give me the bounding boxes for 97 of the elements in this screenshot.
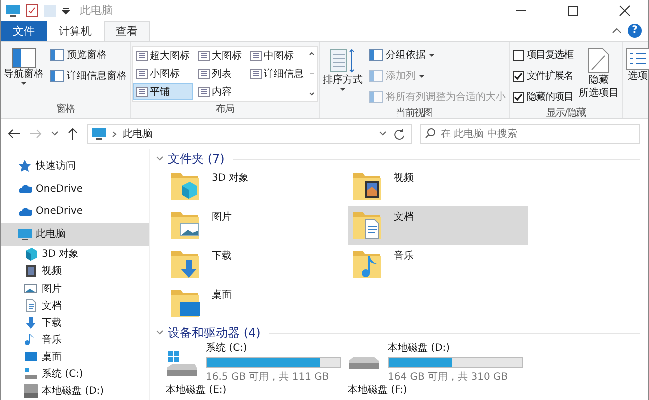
- ribbon-button[interactable]: 隐藏 所选项目: [577, 45, 622, 100]
- view-icon: [136, 68, 148, 78]
- drive-name[interactable]: 系统 (C:): [206, 340, 341, 354]
- folder-tile[interactable]: 文档: [348, 206, 528, 245]
- pane-icon: [50, 70, 64, 82]
- folder-tile[interactable]: 音乐: [348, 245, 528, 284]
- caret-icon[interactable]: [62, 6, 70, 14]
- pane-icon: [369, 49, 383, 61]
- layout-option[interactable]: 大图标: [195, 47, 245, 64]
- layout-option[interactable]: 中图标: [247, 47, 307, 64]
- checklist-icon[interactable]: [26, 4, 38, 17]
- nav-item[interactable]: 桌面: [1, 348, 149, 366]
- ribbon-button[interactable]: 详细信息窗格: [48, 67, 129, 85]
- search-icon: [425, 128, 436, 139]
- picture-icon: [24, 282, 38, 296]
- nav-item[interactable]: 此电脑: [1, 223, 149, 246]
- layout-option[interactable]: 超大图标: [133, 47, 193, 64]
- help-button[interactable]: ?: [628, 24, 642, 38]
- star-icon: [18, 159, 32, 174]
- view-icon: [250, 68, 262, 78]
- drive-space-text: 164 GB 可用，共 310 GB: [388, 370, 510, 384]
- view-icon: [250, 50, 262, 60]
- layout-option[interactable]: 详细信息: [247, 65, 307, 82]
- checkbox-option[interactable]: 项目复选框: [511, 46, 576, 64]
- group-caption: 布局: [214, 103, 236, 117]
- ribbon-button[interactable]: 选项: [624, 45, 649, 83]
- nav-item[interactable]: OneDrive: [1, 200, 149, 224]
- checkbox[interactable]: [513, 92, 524, 102]
- nav-item[interactable]: 视频: [1, 262, 149, 280]
- chevron-right-icon: [112, 130, 117, 138]
- nav-item[interactable]: 音乐: [1, 331, 149, 349]
- view-icon: [136, 50, 148, 60]
- group-caption: 显示/隐藏: [545, 106, 587, 120]
- search-field[interactable]: 在 此电脑 中搜索: [420, 124, 640, 144]
- pane-icon: [369, 70, 383, 82]
- group-caption: 窗格: [55, 102, 76, 117]
- layout-option[interactable]: 平铺: [133, 83, 193, 100]
- address-field[interactable]: 此电脑: [87, 124, 412, 144]
- document-icon: [24, 298, 38, 313]
- view-icon: [198, 86, 210, 96]
- chevron-down-icon[interactable]: [156, 330, 164, 336]
- folder-tile[interactable]: 视频: [348, 167, 528, 206]
- cube-icon: [24, 247, 38, 262]
- section-header[interactable]: 文件夹 (7): [168, 150, 225, 168]
- drive-name[interactable]: 本地磁盘 (E:): [166, 383, 301, 397]
- group-caption: 当前视图: [395, 106, 434, 120]
- nav-item[interactable]: 文档: [1, 297, 149, 314]
- page-icon: [588, 48, 610, 74]
- layout-option[interactable]: 小图标: [133, 65, 193, 82]
- caret-icon[interactable]: [51, 131, 59, 137]
- ribbon-tab[interactable]: 查看: [104, 21, 150, 41]
- nav-item[interactable]: 快速访问: [1, 155, 149, 178]
- down-arrow-icon: [24, 316, 38, 330]
- nav-item[interactable]: 3D 对象: [1, 246, 149, 263]
- sort-icon: [330, 48, 356, 74]
- section-header[interactable]: 设备和驱动器 (4): [168, 324, 261, 342]
- view-icon: [198, 68, 210, 78]
- view-icon: [198, 50, 210, 60]
- drive-name[interactable]: 本地磁盘 (D:): [388, 340, 523, 354]
- computer-icon: [18, 227, 32, 242]
- view-icon: [136, 86, 148, 96]
- ribbon-button[interactable]: 分组依据: [367, 46, 508, 64]
- checkbox[interactable]: [513, 70, 524, 82]
- pane-icon: [369, 91, 383, 103]
- folder-tile[interactable]: 图片: [166, 206, 346, 245]
- layout-option[interactable]: 内容: [195, 83, 245, 100]
- ribbon-button[interactable]: 导航窗格: [2, 45, 46, 85]
- nav-item[interactable]: 系统 (C:): [1, 366, 149, 383]
- pane-icon: [12, 48, 36, 68]
- checkbox[interactable]: [513, 50, 524, 60]
- checkbox-option[interactable]: 文件扩展名: [511, 67, 576, 85]
- folder-tile[interactable]: 桌面: [166, 284, 346, 323]
- drive-space-text: 16.5 GB 可用，共 111 GB: [206, 370, 330, 384]
- nav-item[interactable]: OneDrive: [1, 178, 149, 200]
- nav-item[interactable]: 图片: [1, 280, 149, 298]
- computer-icon: [92, 128, 106, 140]
- file-tab[interactable]: 文件: [1, 21, 47, 41]
- nav-item[interactable]: 本地磁盘 (D:): [1, 382, 149, 400]
- caret-icon: [379, 131, 387, 137]
- checkbox-option[interactable]: 隐藏的项目: [511, 88, 576, 106]
- up-arrow-icon[interactable]: [67, 128, 79, 140]
- chevron-down-icon[interactable]: [156, 156, 164, 162]
- window-title: 此电脑: [80, 3, 113, 18]
- ribbon-button[interactable]: 预览窗格: [48, 46, 129, 64]
- computer-icon[interactable]: [6, 4, 20, 16]
- back-arrow-icon[interactable]: [7, 128, 21, 140]
- layout-option[interactable]: 列表: [195, 65, 245, 82]
- film-icon: [24, 264, 38, 278]
- chevron-up-icon[interactable]: [612, 27, 622, 35]
- refresh-icon: [393, 128, 405, 140]
- folder-tile[interactable]: 3D 对象: [166, 167, 346, 206]
- folder-tile[interactable]: 下载: [166, 245, 346, 284]
- pane-icon: [50, 49, 64, 61]
- nav-item[interactable]: 下载: [1, 314, 149, 332]
- ribbon-button[interactable]: 排序方式: [321, 45, 365, 91]
- ribbon-tab[interactable]: 计算机: [47, 21, 104, 41]
- drive-name[interactable]: 本地磁盘 (F:): [348, 383, 483, 397]
